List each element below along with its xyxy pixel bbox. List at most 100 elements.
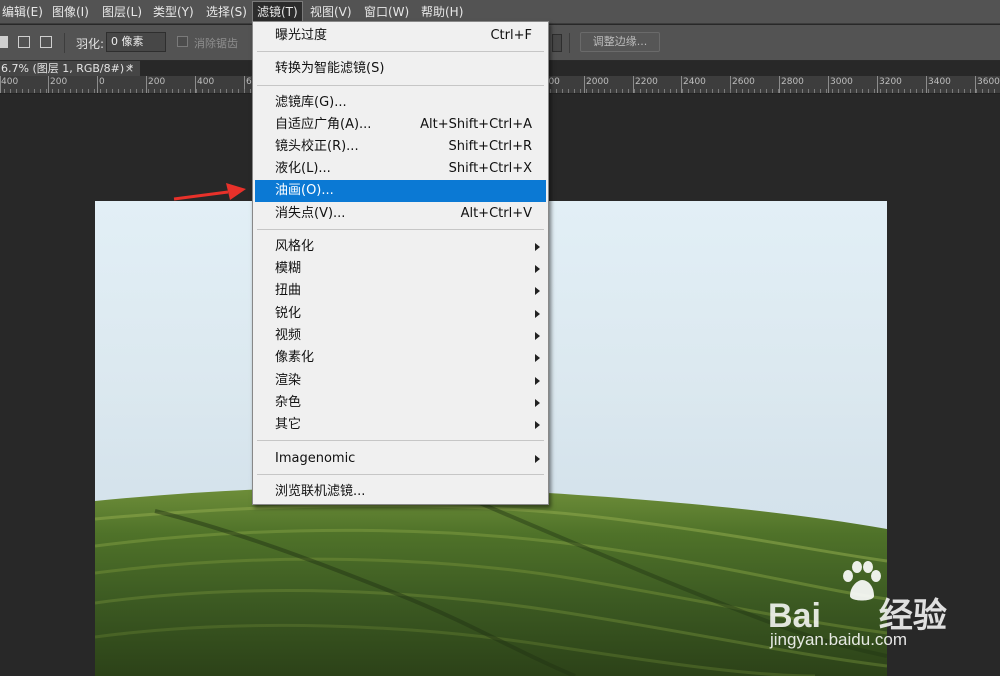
ruler-minor-tick xyxy=(736,89,737,93)
menu-item-last-filter[interactable]: 曝光过度 Ctrl+F xyxy=(255,25,546,47)
ruler-minor-tick xyxy=(562,89,563,93)
ruler-minor-tick xyxy=(244,89,245,93)
refine-edge-button[interactable]: 调整边缘... xyxy=(580,32,660,52)
document-tab[interactable]: 6.7% (图层 1, RGB/8#) * × xyxy=(0,61,140,76)
ruler-minor-tick xyxy=(982,89,983,93)
ruler-minor-tick xyxy=(148,89,149,93)
menu-select[interactable]: 选择(S) xyxy=(206,0,247,24)
ruler-minor-tick xyxy=(946,89,947,93)
ruler-minor-tick xyxy=(190,89,191,93)
menu-item-stylize[interactable]: 风格化 xyxy=(255,236,546,258)
menu-item-noise[interactable]: 杂色 xyxy=(255,392,546,414)
menu-filter[interactable]: 滤镜(T) xyxy=(252,1,303,23)
ruler-minor-tick xyxy=(622,89,623,93)
ruler-minor-tick xyxy=(796,89,797,93)
menu-item-pixelate[interactable]: 像素化 xyxy=(255,347,546,369)
ruler-minor-tick xyxy=(94,89,95,93)
new-selection-icon[interactable] xyxy=(0,36,8,48)
menu-item-lens-correction[interactable]: 镜头校正(R)... Shift+Ctrl+R xyxy=(255,136,546,158)
ruler-minor-tick xyxy=(580,89,581,93)
ruler-label: 2200 xyxy=(635,77,658,87)
menu-item-label: 视频 xyxy=(275,328,302,343)
menu-item-label: 像素化 xyxy=(275,350,315,365)
menu-item-label: 自适应广角(A)... xyxy=(275,117,372,132)
baidu-jingyan-watermark: Bai 经验 jingyan.baidu.com xyxy=(768,560,958,660)
menu-item-blur[interactable]: 模糊 xyxy=(255,258,546,280)
ruler-minor-tick xyxy=(238,89,239,93)
ruler-minor-tick xyxy=(208,89,209,93)
ruler-minor-tick xyxy=(628,89,629,93)
ruler-minor-tick xyxy=(34,89,35,93)
ruler-minor-tick xyxy=(556,89,557,93)
ruler-minor-tick xyxy=(766,89,767,93)
document-tab-title: 6.7% (图层 1, RGB/8#) * xyxy=(1,62,134,75)
add-to-selection-icon[interactable] xyxy=(18,36,30,48)
ruler-label: 3200 xyxy=(879,77,902,87)
menu-item-convert-smart-filter[interactable]: 转换为智能滤镜(S) xyxy=(255,58,546,80)
ruler-minor-tick xyxy=(154,89,155,93)
menu-item-video[interactable]: 视频 xyxy=(255,325,546,347)
submenu-arrow-icon xyxy=(535,377,540,385)
ruler-minor-tick xyxy=(4,89,5,93)
ruler-minor-tick xyxy=(940,89,941,93)
menu-item-label: 浏览联机滤镜... xyxy=(275,484,366,499)
menu-item-imagenomic[interactable]: Imagenomic xyxy=(255,448,546,470)
ruler-minor-tick xyxy=(832,89,833,93)
height-field[interactable] xyxy=(552,34,562,52)
menu-item-label: 风格化 xyxy=(275,239,315,254)
ruler-minor-tick xyxy=(688,89,689,93)
submenu-arrow-icon xyxy=(535,310,540,318)
ruler-tick xyxy=(97,76,98,93)
menu-item-other[interactable]: 其它 xyxy=(255,414,546,436)
submenu-arrow-icon xyxy=(535,421,540,429)
ruler-minor-tick xyxy=(808,89,809,93)
ruler-minor-tick xyxy=(40,89,41,93)
ruler-minor-tick xyxy=(214,89,215,93)
ruler-minor-tick xyxy=(592,89,593,93)
ruler-minor-tick xyxy=(16,89,17,93)
menu-item-distort[interactable]: 扭曲 xyxy=(255,280,546,302)
ruler-label: 400 xyxy=(197,77,215,87)
ruler-minor-tick xyxy=(598,89,599,93)
divider xyxy=(64,33,65,53)
antialias-checkbox[interactable] xyxy=(177,36,188,47)
ruler-minor-tick xyxy=(130,89,131,93)
ruler-minor-tick xyxy=(712,89,713,93)
ruler-minor-tick xyxy=(10,89,11,93)
menu-item-label: Imagenomic xyxy=(275,451,356,466)
ruler-label: 0 xyxy=(99,77,105,87)
menu-item-sharpen[interactable]: 锐化 xyxy=(255,303,546,325)
ruler-minor-tick xyxy=(880,89,881,93)
watermark-url: jingyan.baidu.com xyxy=(770,630,908,649)
ruler-minor-tick xyxy=(172,89,173,93)
intersect-selection-icon[interactable] xyxy=(40,36,52,48)
ruler-minor-tick xyxy=(82,89,83,93)
close-icon[interactable]: × xyxy=(125,61,134,76)
menu-item-label: 转换为智能滤镜(S) xyxy=(275,61,385,76)
ruler-label: 2400 xyxy=(683,77,706,87)
ruler-minor-tick xyxy=(700,89,701,93)
menu-item-shortcut: Alt+Ctrl+V xyxy=(460,206,532,221)
ruler-minor-tick xyxy=(112,89,113,93)
ruler-minor-tick xyxy=(922,89,923,93)
feather-input[interactable]: 0 像素 xyxy=(106,32,166,52)
menu-edit[interactable]: 编辑(E) xyxy=(2,0,43,24)
menu-item-render[interactable]: 渲染 xyxy=(255,370,546,392)
menu-item-oil-paint[interactable]: 油画(O)... xyxy=(255,180,546,202)
menu-item-filter-gallery[interactable]: 滤镜库(G)... xyxy=(255,92,546,114)
ruler-minor-tick xyxy=(910,89,911,93)
ruler-minor-tick xyxy=(640,89,641,93)
ruler-minor-tick xyxy=(124,89,125,93)
menu-item-liquify[interactable]: 液化(L)... Shift+Ctrl+X xyxy=(255,158,546,180)
ruler-tick xyxy=(877,76,878,93)
menu-item-shortcut: Alt+Shift+Ctrl+A xyxy=(420,117,532,132)
ruler-minor-tick xyxy=(250,89,251,93)
menu-layer[interactable]: 图层(L) xyxy=(102,0,142,24)
menu-item-adaptive-wide-angle[interactable]: 自适应广角(A)... Alt+Shift+Ctrl+A xyxy=(255,114,546,136)
menu-item-vanishing-point[interactable]: 消失点(V)... Alt+Ctrl+V xyxy=(255,203,546,225)
menu-item-browse-filters-online[interactable]: 浏览联机滤镜... xyxy=(255,481,546,503)
menu-type[interactable]: 类型(Y) xyxy=(153,0,194,24)
ruler-label: 3400 xyxy=(928,77,951,87)
ruler-label: 400 xyxy=(1,77,19,87)
menu-image[interactable]: 图像(I) xyxy=(52,0,89,24)
